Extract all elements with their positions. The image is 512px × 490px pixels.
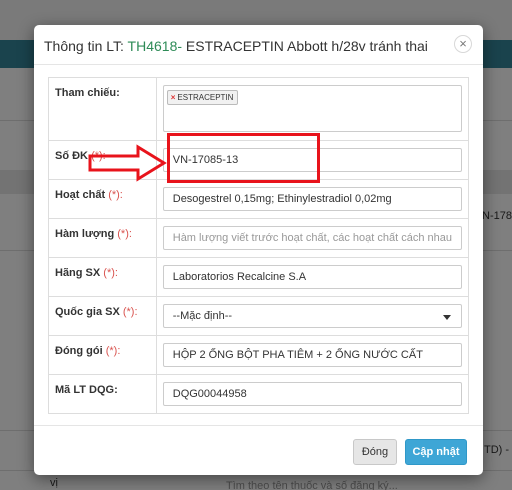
save-button[interactable]: Cập nhật [405, 439, 467, 465]
drug-form-table: Tham chiếu: × ESTRACEPTIN Số ĐK (*): VN-1… [48, 77, 470, 414]
ma-lt-dqg-input[interactable]: DQG00044958 [162, 382, 462, 406]
close-icon[interactable]: × [454, 35, 472, 53]
label-ma-lt-dqg: Mã LT DQG: [48, 374, 157, 414]
field-cell: Desogestrel 0,15mg; Ethinylestradiol 0,0… [155, 179, 470, 219]
dong-goi-input[interactable]: HỘP 2 ỐNG BỘT PHA TIÊM + 2 ỐNG NƯỚC CẤT [162, 343, 462, 367]
label-ham-luong: Hàm lượng (*): [48, 218, 157, 258]
label-text: Đóng gói [55, 345, 106, 357]
hoat-chat-input[interactable]: Desogestrel 0,15mg; Ethinylestradiol 0,0… [162, 187, 462, 211]
field-cell: --Mặc định-- [155, 296, 470, 336]
label-dong-goi: Đóng gói (*): [48, 335, 157, 375]
close-button[interactable]: Đóng [353, 439, 397, 465]
form-row-quoc-gia: Quốc gia SX (*): --Mặc định-- [48, 296, 470, 336]
form-row-tham-chieu: Tham chiếu: × ESTRACEPTIN [48, 77, 470, 141]
modal-header: Thông tin LT: TH4618- ESTRACEPTIN Abbott… [34, 25, 483, 65]
label-text: Hàm lượng [55, 228, 118, 240]
ham-luong-input[interactable]: Hàm lượng viết trước hoạt chất, các hoạt… [162, 226, 462, 250]
modal-footer: Đóng Cập nhật [34, 425, 483, 475]
field-cell: HỘP 2 ỐNG BỘT PHA TIÊM + 2 ỐNG NƯỚC CẤT [155, 335, 470, 375]
required-mark: (*): [108, 189, 123, 201]
field-cell: Hàm lượng viết trước hoạt chất, các hoạt… [155, 218, 470, 258]
required-mark: (*): [122, 306, 138, 318]
label-text: Quốc gia SX [55, 306, 123, 318]
drug-info-modal: Thông tin LT: TH4618- ESTRACEPTIN Abbott… [34, 25, 483, 475]
arrow-right-annotation-icon [88, 144, 167, 182]
modal-title-code: TH4618- [127, 38, 183, 54]
tag-label: ESTRACEPTIN [177, 93, 234, 102]
modal-title-name: ESTRACEPTIN Abbott h/28v tránh thai [182, 38, 428, 54]
field-cell: DQG00044958 [155, 374, 470, 414]
required-mark: (*): [105, 345, 121, 357]
label-quoc-gia: Quốc gia SX (*): [48, 296, 157, 336]
modal-title-prefix: Thông tin LT: [44, 38, 128, 54]
label-text: Số ĐK [55, 150, 92, 162]
label-text: Hãng SX [55, 267, 104, 279]
label-hang-sx: Hãng SX (*): [48, 257, 157, 297]
tham-chieu-tag-input[interactable]: × ESTRACEPTIN [162, 85, 462, 132]
required-mark: (*): [117, 228, 132, 240]
hang-sx-input[interactable]: Laboratorios Recalcine S.A [162, 265, 462, 289]
quoc-gia-select[interactable]: --Mặc định-- [162, 304, 462, 328]
label-hoat-chat: Hoạt chất (*): [48, 179, 157, 219]
label-tham-chieu: Tham chiếu: [48, 77, 157, 141]
tag-remove-icon[interactable]: × [171, 93, 176, 102]
select-value: --Mặc định-- [172, 310, 233, 322]
tag-chip: × ESTRACEPTIN [166, 90, 239, 105]
chevron-down-icon [443, 315, 451, 320]
label-text: Hoạt chất [55, 189, 109, 201]
highlight-annotation [167, 133, 320, 183]
modal-title: Thông tin LT: TH4618- ESTRACEPTIN Abbott… [44, 38, 428, 54]
form-row-hoat-chat: Hoạt chất (*): Desogestrel 0,15mg; Ethin… [48, 179, 470, 219]
form-row-dong-goi: Đóng gói (*): HỘP 2 ỐNG BỘT PHA TIÊM + 2… [48, 335, 470, 375]
form-row-ma-lt-dqg: Mã LT DQG: DQG00044958 [48, 374, 470, 414]
form-row-ham-luong: Hàm lượng (*): Hàm lượng viết trước hoạt… [48, 218, 470, 258]
field-cell: × ESTRACEPTIN [155, 77, 470, 141]
field-cell: Laboratorios Recalcine S.A [155, 257, 470, 297]
required-mark: (*): [103, 267, 118, 279]
form-row-hang-sx: Hãng SX (*): Laboratorios Recalcine S.A [48, 257, 470, 297]
